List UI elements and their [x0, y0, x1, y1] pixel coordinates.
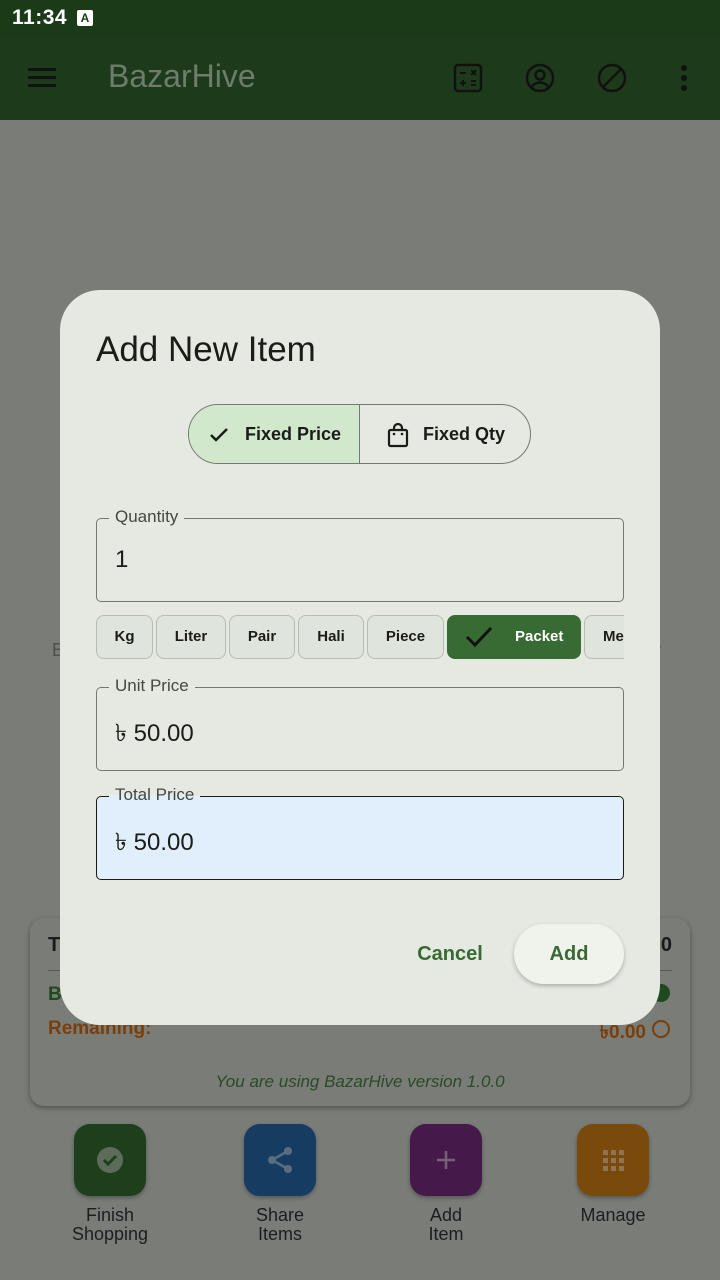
unit-chip-pair[interactable]: Pair — [229, 615, 295, 659]
quantity-input[interactable]: 1 — [115, 546, 128, 574]
pending-icon — [652, 1020, 670, 1038]
finish-shopping-button[interactable] — [74, 1124, 146, 1196]
fixed-qty-label: Fixed Qty — [423, 424, 506, 444]
block-icon[interactable] — [596, 62, 628, 94]
unit-chip-list: Kg Liter Pair Hali Piece Packet Me — [96, 615, 624, 661]
fixed-price-label: Fixed Price — [245, 424, 342, 444]
unit-price-input[interactable]: ৳ 50.00 — [115, 715, 194, 755]
app-bar: BazarHive — [0, 36, 720, 120]
pricing-mode-toggle: Fixed Price Fixed Qty — [188, 404, 531, 464]
unit-chip-hali[interactable]: Hali — [298, 615, 364, 659]
account-icon[interactable] — [524, 62, 556, 94]
fixed-price-option[interactable]: Fixed Price — [189, 405, 360, 463]
add-button[interactable]: Add — [514, 924, 624, 984]
cancel-button[interactable]: Cancel — [400, 926, 500, 982]
unit-chip-piece[interactable]: Piece — [367, 615, 444, 659]
unit-chip-meter[interactable]: Me — [584, 615, 624, 659]
unit-chip-liter[interactable]: Liter — [156, 615, 226, 659]
share-items-button[interactable] — [244, 1124, 316, 1196]
app-title: BazarHive — [108, 58, 256, 94]
total-price-field[interactable]: Total Price ৳ 50.00 — [96, 785, 624, 880]
check-icon — [465, 626, 493, 648]
more-vert-icon[interactable] — [668, 62, 700, 94]
dialog-title: Add New Item — [96, 330, 316, 369]
quantity-field[interactable]: Quantity 1 — [96, 507, 624, 602]
manage-action[interactable]: Manage — [543, 1124, 683, 1225]
finish-shopping-action[interactable]: Finish Shopping — [40, 1124, 180, 1244]
summary-total: 0 — [660, 934, 672, 956]
share-icon — [268, 1147, 292, 1173]
quantity-label: Quantity — [109, 507, 185, 527]
total-price-input[interactable]: ৳ 50.00 — [115, 824, 194, 864]
manage-label: Manage — [580, 1205, 646, 1225]
status-time: 11:34 — [12, 6, 68, 29]
grid-icon — [603, 1150, 624, 1171]
manage-button[interactable] — [577, 1124, 649, 1196]
finish-shopping-label: Finish Shopping — [71, 1205, 149, 1244]
share-items-action[interactable]: Share Items — [210, 1124, 350, 1244]
unit-chip-packet-label: Packet — [515, 628, 564, 645]
check-icon — [210, 428, 228, 442]
menu-icon[interactable] — [28, 68, 56, 88]
unit-chip-packet[interactable]: Packet — [447, 615, 581, 659]
notification-icon: A — [77, 10, 93, 26]
share-items-label: Share Items — [255, 1205, 305, 1244]
status-bar: 11:34 A — [0, 0, 720, 36]
unit-chip-kg[interactable]: Kg — [96, 615, 153, 659]
add-item-action[interactable]: Add Item — [376, 1124, 516, 1244]
add-item-label: Add Item — [428, 1205, 464, 1244]
calculator-icon[interactable] — [452, 62, 484, 94]
check-circle-icon — [97, 1147, 123, 1173]
add-item-dialog: Add New Item Fixed Price Fixed Qty Quant… — [60, 290, 660, 1025]
add-item-button[interactable] — [410, 1124, 482, 1196]
fixed-qty-option[interactable]: Fixed Qty — [360, 405, 530, 463]
version-text: You are using BazarHive version 1.0.0 — [215, 1072, 505, 1091]
shopping-bag-icon — [387, 422, 409, 448]
unit-price-field[interactable]: Unit Price ৳ 50.00 — [96, 676, 624, 771]
summary-title: T — [48, 934, 61, 956]
unit-price-label: Unit Price — [109, 676, 195, 696]
plus-icon — [437, 1151, 455, 1169]
total-price-label: Total Price — [109, 785, 201, 805]
